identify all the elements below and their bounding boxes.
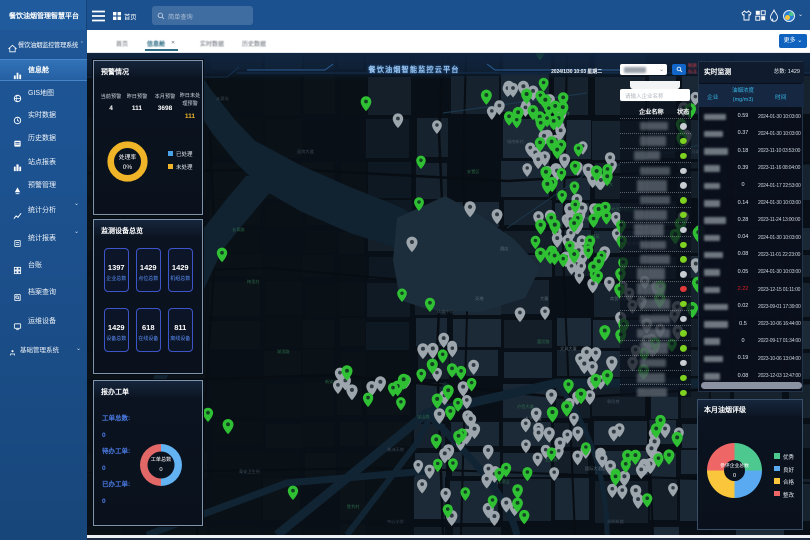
svg-text:长青路: 长青路 <box>232 226 245 233</box>
svg-text:光明东路: 光明东路 <box>607 518 625 525</box>
svg-text:天地: 天地 <box>475 295 484 302</box>
svg-text:水泉沟: 水泉沟 <box>216 95 229 102</box>
svg-text:中心小学: 中心小学 <box>387 518 404 525</box>
svg-text:宝山路: 宝山路 <box>417 413 430 420</box>
svg-text:体育中心: 体育中心 <box>437 308 455 315</box>
svg-text:迎宾大道: 迎宾大道 <box>297 148 315 155</box>
svg-text:富民路: 富民路 <box>537 338 550 345</box>
svg-text:城南新村: 城南新村 <box>507 138 525 145</box>
svg-text:梅里村: 梅里村 <box>247 278 260 285</box>
svg-text:胜利村: 胜利村 <box>347 503 360 510</box>
svg-text:泰安卫生所: 泰安卫生所 <box>239 468 260 475</box>
svg-text:大厦: 大厦 <box>540 295 548 302</box>
svg-text:香洲天地: 香洲天地 <box>387 446 405 453</box>
svg-text:文具大厦: 文具大厦 <box>560 345 577 352</box>
svg-text:酒店: 酒店 <box>500 245 508 252</box>
svg-text:湖滨路: 湖滨路 <box>277 348 290 355</box>
svg-text:沪西大道: 沪西大道 <box>517 403 535 410</box>
svg-text:安置区: 安置区 <box>467 168 480 175</box>
svg-text:朝阳巷: 朝阳巷 <box>607 398 620 405</box>
